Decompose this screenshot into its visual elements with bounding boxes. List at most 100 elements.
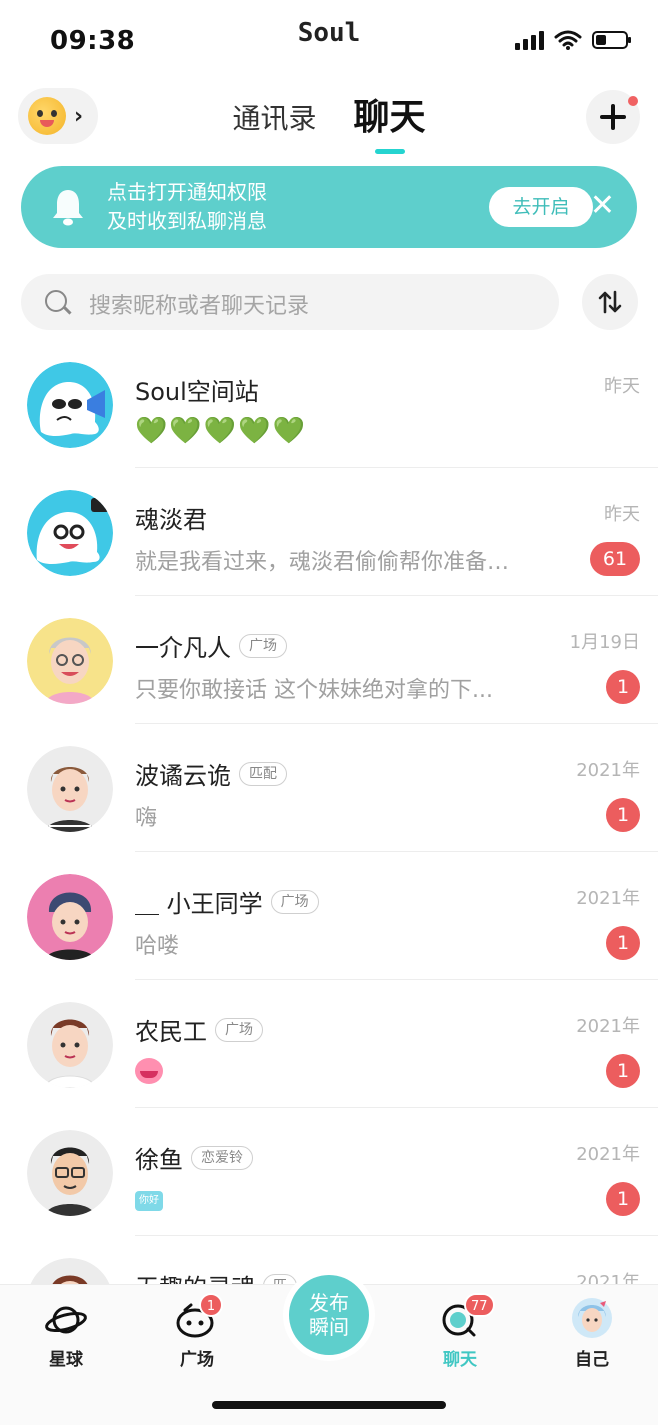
avatar bbox=[27, 874, 113, 960]
chat-name-text: 徐鱼 bbox=[135, 1146, 183, 1174]
unread-badge: 1 bbox=[606, 1182, 640, 1216]
chat-time: 2021年 bbox=[576, 1016, 640, 1037]
publish-moment-button[interactable]: 发布 瞬间 bbox=[289, 1275, 369, 1355]
tab-chat[interactable]: 聊天 bbox=[353, 88, 426, 154]
avatar bbox=[27, 490, 113, 576]
publish-line-1: 发布 bbox=[309, 1291, 349, 1315]
chat-row[interactable]: 农民工 广场 2021年 1 bbox=[0, 980, 658, 1108]
avatar bbox=[27, 1002, 113, 1088]
chat-row[interactable]: 一介凡人 广场 只要你敢接话 这个妹妹绝对拿的下... 1月19日 1 bbox=[0, 596, 658, 724]
chat-row[interactable]: 魂淡君 就是我看过来，魂淡君偷偷帮你准备… 昨天 61 bbox=[0, 468, 658, 596]
active-tab-indicator bbox=[374, 149, 405, 154]
chat-name: 农民工 广场 bbox=[135, 1012, 263, 1047]
enable-notifications-button[interactable]: 去开启 bbox=[489, 187, 593, 227]
source-tag: 恋爱铃 bbox=[191, 1145, 253, 1170]
hi-sticker-icon: 你好 bbox=[135, 1191, 163, 1211]
chat-message bbox=[135, 1056, 163, 1090]
notification-banner[interactable]: 点击打开通知权限 及时收到私聊消息 去开启 ✕ bbox=[21, 166, 637, 248]
avatar bbox=[27, 1130, 113, 1216]
cartoon-avatar-icon bbox=[27, 1002, 113, 1088]
tab-bar: 通讯录 聊天 bbox=[0, 88, 658, 154]
unread-badge: 1 bbox=[606, 670, 640, 704]
source-tag: 广场 bbox=[239, 633, 287, 658]
nav-chat-label: 聊天 bbox=[443, 1350, 477, 1370]
nav-me[interactable]: 自己 bbox=[542, 1298, 642, 1370]
chat-row[interactable]: Soul空间站 💚💚💚💚💚 昨天 bbox=[0, 340, 658, 468]
square-icon: 1 bbox=[175, 1293, 223, 1339]
unread-badge: 1 bbox=[606, 926, 640, 960]
chat-name-text: ＿ 小王同学 bbox=[135, 890, 263, 918]
avatar bbox=[27, 362, 113, 448]
nav-square[interactable]: 1 广场 bbox=[147, 1293, 247, 1370]
search-input[interactable]: 搜索昵称或者聊天记录 bbox=[21, 274, 559, 330]
add-button[interactable] bbox=[586, 90, 640, 144]
cartoon-avatar-icon bbox=[27, 746, 113, 832]
planet-icon bbox=[44, 1301, 88, 1339]
unread-badge: 1 bbox=[606, 798, 640, 832]
chat-time: 2021年 bbox=[576, 760, 640, 781]
chat-name-text: 波谲云诡 bbox=[135, 762, 231, 790]
ghost-megaphone-avatar-icon bbox=[27, 362, 113, 448]
chat-bubble-icon: 77 bbox=[438, 1293, 495, 1339]
unread-badge: 1 bbox=[606, 1054, 640, 1088]
chat-time: 昨天 bbox=[604, 504, 640, 525]
chat-list: Soul空间站 💚💚💚💚💚 昨天 魂淡君 就是我看过来，魂淡君偷偷帮你准备… 昨… bbox=[0, 340, 658, 1364]
nav-me-label: 自己 bbox=[575, 1350, 609, 1370]
banner-line-1: 点击打开通知权限 bbox=[107, 180, 267, 204]
chat-message: 只要你敢接话 这个妹妹绝对拿的下... bbox=[135, 678, 493, 703]
cartoon-avatar-icon bbox=[27, 874, 113, 960]
chat-row[interactable]: ＿ 小王同学 广场 哈喽 2021年 1 bbox=[0, 852, 658, 980]
avatar bbox=[27, 618, 113, 704]
nav-planet-label: 星球 bbox=[49, 1350, 83, 1370]
chat-message: 💚💚💚💚💚 bbox=[135, 416, 307, 446]
chat-message: 你好 bbox=[135, 1184, 163, 1211]
chat-time: 2021年 bbox=[576, 888, 640, 909]
battery-icon bbox=[592, 31, 631, 49]
source-tag: 广场 bbox=[215, 1017, 263, 1042]
sort-button[interactable] bbox=[582, 274, 638, 330]
nav-chat[interactable]: 77 聊天 bbox=[410, 1293, 510, 1370]
chat-time: 昨天 bbox=[604, 376, 640, 397]
chat-name: Soul空间站 bbox=[135, 372, 259, 407]
header: › 通讯录 聊天 bbox=[0, 88, 658, 154]
wifi-icon bbox=[554, 30, 582, 50]
chat-time: 1月19日 bbox=[569, 632, 640, 653]
cartoon-avatar-icon bbox=[27, 618, 113, 704]
chat-name-text: 魂淡君 bbox=[135, 506, 207, 534]
emoji-sticker-icon bbox=[135, 1058, 163, 1084]
banner-text: 点击打开通知权限 及时收到私聊消息 bbox=[107, 178, 267, 236]
search-icon bbox=[45, 290, 67, 312]
notification-dot bbox=[628, 96, 638, 106]
chat-row[interactable]: 徐鱼 恋爱铃 你好 2021年 1 bbox=[0, 1108, 658, 1236]
chat-name-text: 一介凡人 bbox=[135, 634, 231, 662]
chat-message: 就是我看过来，魂淡君偷偷帮你准备… bbox=[135, 550, 510, 575]
chat-row[interactable]: 波谲云诡 匹配 嗨 2021年 1 bbox=[0, 724, 658, 852]
status-bar: 09:38 Soul bbox=[0, 0, 658, 80]
chat-time: 2021年 bbox=[576, 1144, 640, 1165]
signal-icon bbox=[515, 30, 544, 50]
tab-contacts[interactable]: 通讯录 bbox=[232, 97, 316, 137]
unread-badge: 61 bbox=[590, 542, 640, 576]
bell-icon bbox=[53, 190, 83, 226]
cartoon-avatar-icon bbox=[27, 1130, 113, 1216]
chat-badge: 77 bbox=[464, 1293, 495, 1317]
green-hearts: 💚💚💚💚💚 bbox=[135, 416, 307, 446]
chat-name: ＿ 小王同学 广场 bbox=[135, 884, 319, 919]
tab-chat-label: 聊天 bbox=[353, 97, 426, 138]
status-icons bbox=[515, 30, 631, 50]
chat-message: 嗨 bbox=[135, 806, 158, 831]
search-placeholder: 搜索昵称或者聊天记录 bbox=[89, 294, 310, 319]
chat-name: 徐鱼 恋爱铃 bbox=[135, 1140, 253, 1175]
nav-planet[interactable]: 星球 bbox=[16, 1301, 116, 1370]
chat-name-text: Soul空间站 bbox=[135, 378, 259, 406]
home-indicator bbox=[212, 1401, 446, 1409]
avatar bbox=[27, 746, 113, 832]
publish-line-2: 瞬间 bbox=[309, 1315, 349, 1339]
chat-name: 一介凡人 广场 bbox=[135, 628, 287, 663]
plus-icon bbox=[600, 104, 626, 130]
sort-arrows-icon bbox=[598, 290, 622, 314]
chat-message: 哈喽 bbox=[135, 934, 180, 959]
square-badge: 1 bbox=[199, 1293, 223, 1317]
close-icon[interactable]: ✕ bbox=[590, 188, 615, 224]
me-avatar-icon bbox=[570, 1298, 614, 1339]
